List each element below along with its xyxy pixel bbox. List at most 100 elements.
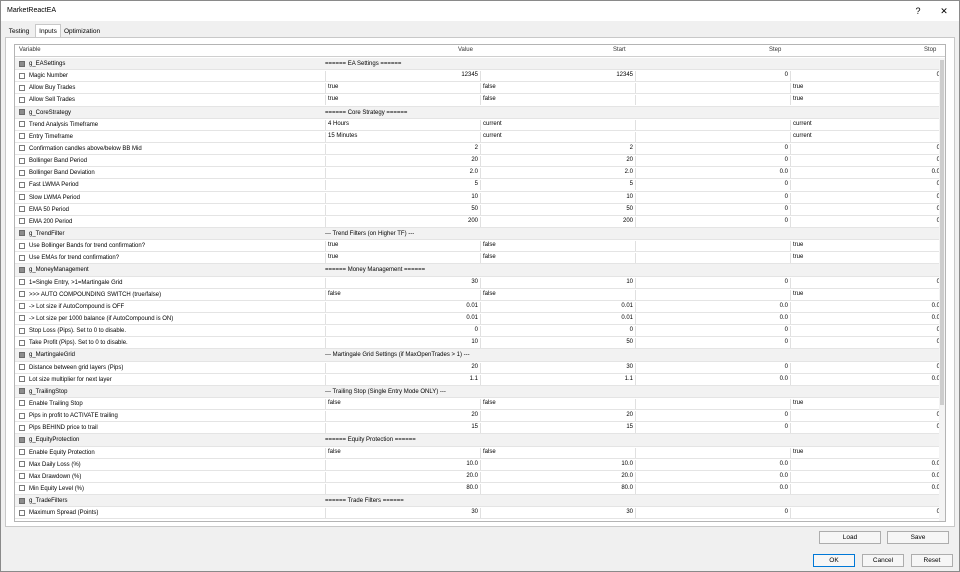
- input-row[interactable]: EMA 50 Period505000: [15, 204, 945, 216]
- optimize-checkbox[interactable]: [19, 145, 25, 152]
- optimize-checkbox[interactable]: [19, 109, 25, 116]
- stop-cell[interactable]: 0: [790, 216, 942, 227]
- optimize-checkbox[interactable]: [19, 291, 25, 298]
- input-row[interactable]: Use EMAs for trend confirmation? true fals…: [15, 252, 945, 265]
- start-cell[interactable]: false: [480, 447, 635, 458]
- start-cell[interactable]: 15: [480, 423, 635, 434]
- value-cell[interactable]: true: [325, 83, 480, 94]
- value-cell[interactable]: false: [325, 447, 480, 458]
- step-cell[interactable]: 0.0: [635, 374, 790, 385]
- value-cell[interactable]: 10.0: [325, 459, 480, 470]
- group-row[interactable]: g_TrendFilter --- Trend Filters (on Highe…: [15, 227, 945, 241]
- optimize-checkbox[interactable]: [19, 242, 25, 249]
- header-value[interactable]: Value: [458, 47, 473, 53]
- start-cell[interactable]: 50: [480, 338, 635, 349]
- group-row[interactable]: g_TrailingStop --- Trailing Stop (Single …: [15, 385, 945, 398]
- group-row[interactable]: g_CoreStrategy ====== Core Strategy =====…: [15, 106, 945, 119]
- step-cell[interactable]: 0: [635, 423, 790, 434]
- start-cell[interactable]: 20.0: [480, 471, 635, 482]
- step-cell[interactable]: 0.0: [635, 471, 790, 482]
- start-cell[interactable]: 2: [480, 143, 635, 154]
- input-row[interactable]: Entry Timeframe 15 Minutes current current: [15, 131, 945, 143]
- value-cell[interactable]: 5: [325, 180, 480, 191]
- input-row[interactable]: EMA 200 Period20020000: [15, 216, 945, 228]
- help-button[interactable]: ?: [907, 3, 929, 19]
- value-cell[interactable]: false: [325, 398, 480, 409]
- tab-testing[interactable]: Testing: [5, 24, 33, 37]
- input-row[interactable]: Allow Buy Trades true false true: [15, 82, 945, 95]
- stop-cell[interactable]: 0.0: [790, 374, 942, 385]
- start-cell[interactable]: 2.0: [480, 168, 635, 179]
- start-cell[interactable]: 12345: [480, 71, 635, 82]
- stop-cell[interactable]: true: [790, 398, 942, 409]
- value-cell[interactable]: 10: [325, 338, 480, 349]
- value-cell[interactable]: 15: [325, 423, 480, 434]
- step-cell[interactable]: 0: [635, 71, 790, 82]
- input-row[interactable]: -> Lot size per 1000 balance (if AutoCom…: [15, 313, 945, 326]
- step-cell[interactable]: [635, 289, 790, 300]
- start-cell[interactable]: 30: [480, 508, 635, 519]
- stop-cell[interactable]: 0.0: [790, 483, 942, 494]
- tab-optimization[interactable]: Optimization: [62, 24, 102, 37]
- stop-cell[interactable]: current: [790, 119, 942, 130]
- start-cell[interactable]: 1.1: [480, 374, 635, 385]
- optimize-checkbox[interactable]: [19, 449, 25, 455]
- optimize-checkbox[interactable]: [19, 206, 25, 213]
- start-cell[interactable]: 10: [480, 192, 635, 203]
- start-cell[interactable]: 20: [480, 411, 635, 422]
- optimize-checkbox[interactable]: [19, 509, 25, 516]
- value-cell[interactable]: 4 Hours: [325, 119, 480, 130]
- value-cell[interactable]: true: [325, 253, 480, 264]
- step-cell[interactable]: 0: [635, 277, 790, 288]
- value-cell[interactable]: 0: [325, 326, 480, 337]
- optimize-checkbox[interactable]: [19, 194, 25, 201]
- input-row[interactable]: Max Drawdown (%) 20.0 20.0 0.0 0.0: [15, 471, 945, 483]
- stop-cell[interactable]: 0: [790, 71, 942, 82]
- input-row[interactable]: Min Equity Level (%) 80.0 80.0 0.0 0.0: [15, 483, 945, 496]
- value-cell[interactable]: 200: [325, 216, 480, 227]
- start-cell[interactable]: current: [480, 119, 635, 130]
- input-row[interactable]: Trend Analysis Timeframe 4 Hours current cu…: [15, 119, 945, 131]
- step-cell[interactable]: [635, 95, 790, 106]
- start-cell[interactable]: false: [480, 83, 635, 94]
- stop-cell[interactable]: 0: [790, 277, 942, 288]
- step-cell[interactable]: 0: [635, 180, 790, 191]
- input-row[interactable]: Take Profit (Pips). Set to 0 to disable.…: [15, 337, 945, 350]
- step-cell[interactable]: [635, 447, 790, 458]
- group-row[interactable]: g_TradeFilters ====== Trade Filters =====…: [15, 495, 945, 508]
- start-cell[interactable]: 10.0: [480, 459, 635, 470]
- start-cell[interactable]: 5: [480, 180, 635, 191]
- optimize-checkbox[interactable]: [19, 133, 25, 140]
- start-cell[interactable]: false: [480, 289, 635, 300]
- start-cell[interactable]: false: [480, 95, 635, 106]
- step-cell[interactable]: 0: [635, 216, 790, 227]
- optimize-checkbox[interactable]: [19, 279, 25, 286]
- step-cell[interactable]: 0.0: [635, 313, 790, 324]
- step-cell[interactable]: 0: [635, 204, 790, 215]
- optimize-checkbox[interactable]: [19, 461, 25, 468]
- start-cell[interactable]: 80.0: [480, 483, 635, 494]
- step-cell[interactable]: [635, 253, 790, 264]
- stop-cell[interactable]: true: [790, 241, 942, 252]
- start-cell[interactable]: false: [480, 398, 635, 409]
- input-row[interactable]: Slow LWMA Period101000: [15, 192, 945, 204]
- group-row[interactable]: g_MartingaleGrid --- Martingale Grid Sett…: [15, 349, 945, 362]
- stop-cell[interactable]: 0: [790, 423, 942, 434]
- start-cell[interactable]: 200: [480, 216, 635, 227]
- stop-cell[interactable]: 0: [790, 156, 942, 167]
- input-row[interactable]: Bollinger Band Period202000: [15, 155, 945, 168]
- optimize-checkbox[interactable]: [19, 485, 25, 492]
- value-cell[interactable]: 30: [325, 508, 480, 519]
- step-cell[interactable]: [635, 131, 790, 142]
- stop-cell[interactable]: true: [790, 253, 942, 264]
- start-cell[interactable]: 0: [480, 326, 635, 337]
- input-row[interactable]: Lot size multiplier for next layer 1.1 1.1…: [15, 374, 945, 386]
- value-cell[interactable]: 20: [325, 411, 480, 422]
- stop-cell[interactable]: 0: [790, 143, 942, 154]
- optimize-checkbox[interactable]: [19, 315, 25, 322]
- input-row[interactable]: Confirmation candles above/below BB Mid 2…: [15, 143, 945, 156]
- optimize-checkbox[interactable]: [19, 351, 25, 358]
- optimize-checkbox[interactable]: [19, 72, 25, 79]
- optimize-checkbox[interactable]: [19, 473, 25, 480]
- cancel-button[interactable]: Cancel: [862, 554, 904, 567]
